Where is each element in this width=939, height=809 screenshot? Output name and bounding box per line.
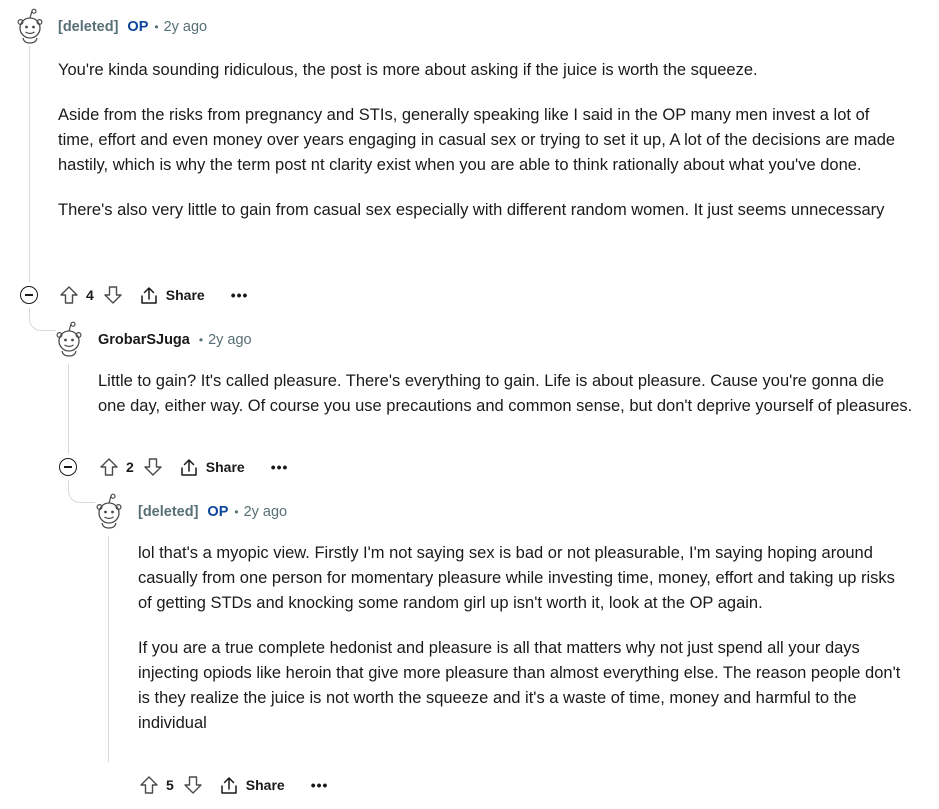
comment-paragraph: Aside from the risks from pregnancy and …: [58, 106, 896, 174]
comment-body: Little to gain? It's called pleasure. Th…: [98, 369, 913, 439]
op-badge: OP: [207, 504, 229, 520]
share-button[interactable]: Share: [220, 776, 285, 795]
meta-separator: •: [154, 20, 159, 34]
arrow-up-icon: [60, 286, 78, 304]
meta-separator: •: [234, 505, 239, 519]
upvote-button[interactable]: [98, 456, 120, 478]
more-options-button[interactable]: •••: [271, 460, 289, 474]
collapse-thread-button[interactable]: [20, 286, 38, 304]
comment-actions: 2 Share •••: [98, 454, 288, 480]
comment-body: lol that's a myopic view. Firstly I'm no…: [138, 541, 903, 756]
share-icon: [181, 458, 197, 476]
downvote-button[interactable]: [182, 774, 204, 796]
arrow-up-icon: [100, 458, 118, 476]
avatar[interactable]: [12, 8, 48, 44]
comment-actions: 4 Share •••: [58, 282, 248, 308]
comment-paragraph: Little to gain? It's called pleasure. Th…: [98, 372, 913, 415]
comment-meta: [deleted] OP • 2y ago: [58, 19, 207, 35]
share-label: Share: [165, 287, 205, 303]
upvote-button[interactable]: [58, 284, 80, 306]
comment-meta: [deleted] OP • 2y ago: [138, 504, 287, 520]
share-button[interactable]: Share: [140, 286, 205, 305]
thread-line-level-1[interactable]: [68, 364, 69, 454]
comment-author[interactable]: [deleted]: [58, 19, 118, 35]
avatar[interactable]: [91, 493, 127, 529]
thread-line-level-2[interactable]: [108, 536, 109, 762]
share-label: Share: [205, 459, 245, 475]
more-options-button[interactable]: •••: [231, 288, 249, 302]
snoo-avatar-icon: [56, 321, 82, 357]
share-button[interactable]: Share: [180, 458, 245, 477]
snoo-avatar-icon: [17, 8, 43, 44]
share-label: Share: [245, 777, 285, 793]
vote-score: 2: [126, 459, 134, 475]
vote-score: 4: [86, 287, 94, 303]
op-badge: OP: [127, 19, 149, 35]
comment-timestamp[interactable]: 2y ago: [164, 19, 208, 35]
share-icon: [141, 286, 157, 304]
upvote-button[interactable]: [138, 774, 160, 796]
comment-paragraph: If you are a true complete hedonist and …: [138, 639, 901, 732]
collapse-minus-icon: [25, 294, 33, 296]
downvote-button[interactable]: [102, 284, 124, 306]
more-options-button[interactable]: •••: [311, 778, 329, 792]
downvote-button[interactable]: [142, 456, 164, 478]
arrow-down-icon: [184, 776, 202, 794]
snoo-avatar-icon: [96, 493, 122, 529]
collapse-thread-button[interactable]: [59, 458, 77, 476]
comment-meta: GrobarSJuga • 2y ago: [98, 332, 252, 348]
comment-author[interactable]: GrobarSJuga: [98, 332, 190, 348]
arrow-down-icon: [144, 458, 162, 476]
meta-separator: •: [198, 333, 204, 347]
arrow-up-icon: [140, 776, 158, 794]
comment-timestamp[interactable]: 2y ago: [208, 332, 252, 348]
comment-body: You're kinda sounding ridiculous, the po…: [58, 58, 908, 243]
collapse-minus-icon: [64, 466, 72, 468]
comment-timestamp[interactable]: 2y ago: [244, 504, 288, 520]
comment-paragraph: You're kinda sounding ridiculous, the po…: [58, 61, 758, 79]
comment-paragraph: lol that's a myopic view. Firstly I'm no…: [138, 544, 895, 612]
vote-score: 5: [166, 777, 174, 793]
comment-paragraph: There's also very little to gain from ca…: [58, 201, 885, 219]
comment-actions: 5 Share •••: [138, 772, 328, 798]
arrow-down-icon: [104, 286, 122, 304]
share-icon: [221, 776, 237, 794]
comment-author[interactable]: [deleted]: [138, 504, 198, 520]
avatar[interactable]: [51, 321, 87, 357]
thread-line-level-0[interactable]: [29, 46, 30, 282]
